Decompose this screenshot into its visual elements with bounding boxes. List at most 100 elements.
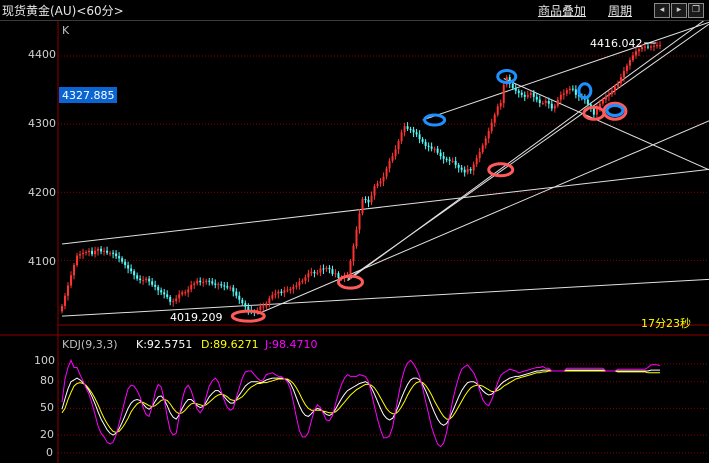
candle [331, 269, 334, 274]
candle [556, 99, 559, 106]
kdj-indicator-name: KDJ(9,3,3) [62, 338, 118, 351]
candle [124, 261, 127, 266]
candle [394, 149, 397, 157]
candle [649, 46, 652, 48]
candle [115, 253, 118, 257]
candle [85, 252, 88, 254]
restore-icon[interactable]: ❐ [688, 3, 704, 18]
candle [568, 88, 571, 91]
candle [601, 99, 604, 104]
candle [106, 250, 109, 253]
left-arrow-icon[interactable]: ◂ [654, 3, 670, 18]
candle [385, 168, 388, 177]
low-pivot-marker [487, 162, 515, 178]
candle [217, 284, 220, 286]
candle [301, 280, 304, 283]
candle [400, 132, 403, 142]
candle [457, 164, 460, 168]
candle [490, 122, 493, 131]
candle [64, 295, 67, 306]
candle [328, 267, 331, 270]
candle [127, 265, 130, 269]
candle [445, 158, 448, 160]
candle [202, 282, 205, 284]
candle [199, 280, 202, 283]
candle [415, 132, 418, 135]
right-arrow-icon[interactable]: ▸ [671, 3, 687, 18]
candle [145, 278, 148, 281]
candle [97, 248, 100, 251]
candle [235, 291, 238, 296]
candle [211, 281, 214, 284]
candle [277, 291, 280, 294]
candle [142, 280, 145, 282]
y-tick-label: 4400 [28, 48, 56, 61]
candle [526, 94, 529, 97]
candle [307, 273, 310, 278]
candle [655, 45, 658, 47]
candle [478, 152, 481, 159]
candle [370, 195, 373, 203]
candle [214, 283, 217, 285]
candle [433, 148, 436, 150]
candle [118, 256, 121, 259]
trend-line [61, 278, 709, 317]
candle [100, 248, 103, 252]
candle [391, 156, 394, 161]
candle [547, 100, 550, 104]
candle [244, 303, 247, 307]
candle [298, 282, 301, 286]
kdj-y-tick-label: 80 [40, 374, 54, 387]
candle [295, 285, 298, 287]
period-button[interactable]: 周期 [608, 2, 632, 19]
candle [232, 287, 235, 292]
candle [574, 89, 577, 95]
candle [292, 286, 295, 289]
kdj-grid [58, 363, 709, 454]
candle [76, 255, 79, 266]
candle [535, 96, 538, 100]
candle [310, 271, 313, 274]
candle [187, 289, 190, 293]
candle [241, 299, 244, 304]
candle [109, 252, 112, 254]
candle [502, 84, 505, 104]
candle [538, 99, 541, 104]
candle [565, 90, 568, 94]
candle [397, 141, 400, 150]
candle [259, 306, 262, 311]
candle [172, 301, 175, 303]
overlay-symbol-button[interactable]: 商品叠加 [538, 2, 586, 19]
candle [247, 306, 250, 311]
candle [304, 277, 307, 281]
candle [268, 298, 271, 304]
candle [289, 288, 292, 291]
candle [550, 103, 553, 109]
candle [112, 252, 115, 254]
candle [403, 126, 406, 133]
candle [361, 199, 364, 214]
main-grid [58, 55, 709, 261]
kdj-line-d [61, 370, 660, 433]
candle [541, 103, 544, 105]
candle [613, 86, 616, 91]
candle [442, 156, 445, 159]
candle [274, 293, 277, 296]
candle [523, 94, 526, 97]
candle [571, 88, 574, 90]
candle [163, 292, 166, 295]
candle [334, 273, 337, 275]
candle [181, 292, 184, 295]
candle [625, 65, 628, 72]
candle [544, 100, 547, 104]
candle [610, 90, 613, 95]
candle [358, 213, 361, 230]
candle [367, 199, 370, 203]
candle [139, 278, 142, 281]
candle [430, 146, 433, 149]
candle [388, 160, 391, 169]
candle [229, 287, 232, 289]
candle [499, 103, 502, 107]
candle [160, 290, 163, 293]
candle [643, 46, 646, 48]
